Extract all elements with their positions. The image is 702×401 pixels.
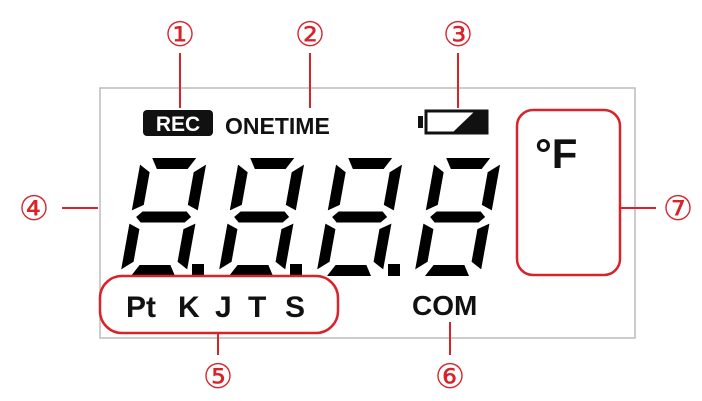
digit-4-segment-f bbox=[425, 164, 444, 211]
unit-label: °F bbox=[535, 130, 577, 177]
digit-4-segment-d bbox=[425, 265, 469, 276]
digit-2-segment-e bbox=[219, 223, 238, 270]
seven-segment-display bbox=[121, 158, 501, 276]
com-label: COM bbox=[412, 290, 477, 321]
callout-5: ⑤ bbox=[203, 358, 233, 396]
onetime-label: ONETIME bbox=[225, 113, 330, 139]
digit-2-segment-b bbox=[285, 164, 305, 211]
digit-2-segment-d bbox=[229, 265, 273, 276]
sensor-type-j: J bbox=[215, 291, 232, 324]
rec-badge: REC bbox=[143, 110, 213, 136]
digit-1-segment-b bbox=[187, 164, 207, 211]
sensor-type-k: K bbox=[178, 291, 200, 324]
digit-3-segment-f bbox=[327, 164, 346, 211]
digit-1-segment-e bbox=[121, 223, 140, 270]
digit-1-segment-d bbox=[131, 265, 175, 276]
callout-1: ① bbox=[165, 16, 195, 54]
callout-4: ④ bbox=[19, 190, 49, 228]
digit-3-segment-a bbox=[348, 158, 393, 169]
digit-2-segment-f bbox=[229, 164, 248, 211]
decimal-point-3 bbox=[388, 264, 400, 276]
digit-4-segment-a bbox=[446, 158, 491, 169]
decimal-point-2 bbox=[290, 264, 302, 276]
sensor-type-t: T bbox=[248, 291, 266, 324]
digit-1-segment-f bbox=[131, 164, 150, 211]
callout-6: ⑥ bbox=[435, 358, 465, 396]
digit-4-segment-e bbox=[415, 223, 434, 270]
digit-2-segment-a bbox=[250, 158, 295, 169]
digit-2-segment-c bbox=[275, 223, 294, 270]
digit-4-segment-g bbox=[430, 211, 486, 223]
digit-3-segment-e bbox=[317, 223, 336, 270]
digit-3-segment-b bbox=[383, 164, 403, 211]
callout-2: ② bbox=[295, 16, 325, 54]
digit-3-segment-c bbox=[373, 223, 392, 270]
digit-1-segment-c bbox=[177, 223, 196, 270]
digit-1-segment-a bbox=[152, 158, 197, 169]
digit-2-segment-g bbox=[234, 211, 290, 223]
digit-3-segment-g bbox=[332, 211, 388, 223]
digit-4-segment-c bbox=[471, 223, 490, 270]
battery-icon bbox=[418, 109, 489, 135]
digit-1-segment-g bbox=[136, 211, 192, 223]
lcd-diagram: ① ② ③ ④ ⑤ ⑥ ⑦ REC ONETIME Pt K J T S COM… bbox=[19, 16, 693, 396]
callout-3: ③ bbox=[443, 16, 473, 54]
digit-4-segment-b bbox=[481, 164, 501, 211]
callout-7: ⑦ bbox=[663, 190, 693, 228]
sensor-type-pt: Pt bbox=[126, 291, 156, 324]
rec-badge-label: REC bbox=[156, 113, 200, 136]
digit-3-segment-d bbox=[327, 265, 371, 276]
decimal-point-1 bbox=[192, 264, 204, 276]
sensor-type-s: S bbox=[285, 291, 305, 324]
